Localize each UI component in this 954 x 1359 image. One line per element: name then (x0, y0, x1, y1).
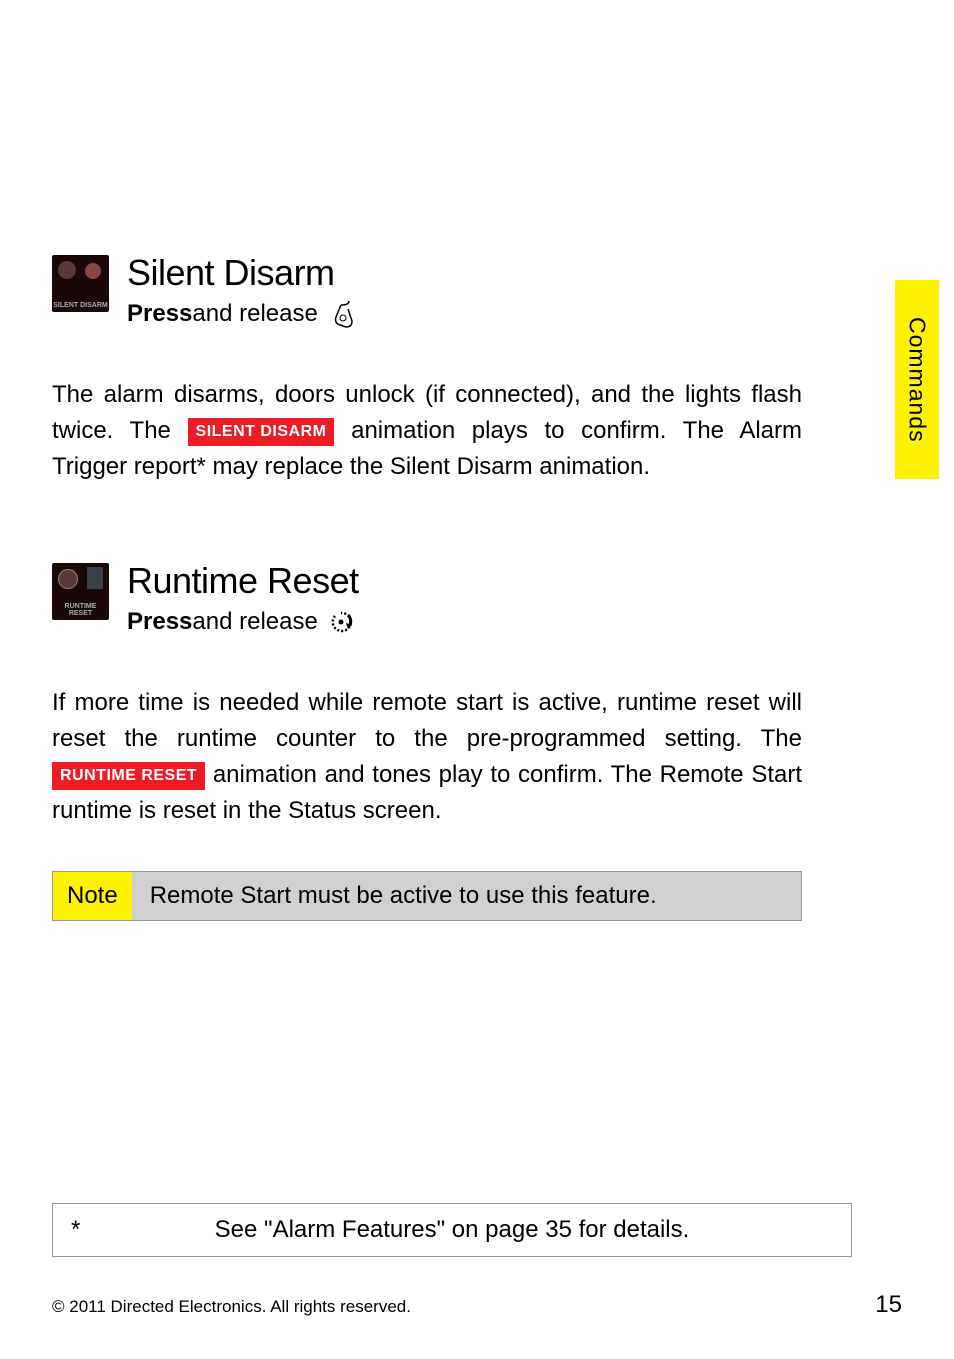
side-tab: Commands (895, 280, 939, 479)
note-label: Note (53, 872, 132, 920)
footnote-asterisk: * (71, 1216, 80, 1244)
silent-disarm-section: SILENT DISARM Silent Disarm Press and re… (52, 255, 802, 485)
runtime-reset-badge: RUNTIME RESET (52, 762, 205, 790)
page-content: SILENT DISARM Silent Disarm Press and re… (0, 0, 854, 921)
silent-disarm-badge: SILENT DISARM (188, 418, 335, 446)
silent-disarm-title-wrap: Silent Disarm Press and release (127, 255, 356, 329)
runtime-reset-icon-label: RUNTIME RESET (52, 603, 109, 617)
silent-disarm-subtitle: Press and release (127, 299, 356, 329)
runtime-reset-body: If more time is needed while remote star… (52, 685, 802, 829)
press-label: Press (127, 608, 192, 636)
side-tab-label: Commands (904, 317, 931, 443)
and-release-text: and release (192, 300, 317, 328)
body-text-1: If more time is needed while remote star… (52, 689, 802, 752)
remote-button-icon (326, 299, 356, 329)
footnote-box: * See "Alarm Features" on page 35 for de… (52, 1203, 852, 1257)
refresh-icon (326, 607, 356, 637)
footnote-text: See "Alarm Features" on page 35 for deta… (71, 1216, 833, 1244)
note-box: Note Remote Start must be active to use … (52, 871, 802, 921)
silent-disarm-header: SILENT DISARM Silent Disarm Press and re… (52, 255, 802, 329)
runtime-reset-subtitle: Press and release (127, 607, 359, 637)
silent-disarm-icon: SILENT DISARM (52, 255, 109, 312)
silent-disarm-title: Silent Disarm (127, 255, 356, 291)
silent-disarm-icon-label: SILENT DISARM (52, 302, 109, 309)
copyright-text: © 2011 Directed Electronics. All rights … (52, 1297, 411, 1317)
runtime-reset-icon: RUNTIME RESET (52, 563, 109, 620)
page-footer: © 2011 Directed Electronics. All rights … (52, 1291, 902, 1319)
and-release-text: and release (192, 608, 317, 636)
runtime-reset-title: Runtime Reset (127, 563, 359, 599)
runtime-reset-section: RUNTIME RESET Runtime Reset Press and re… (52, 563, 802, 829)
silent-disarm-body: The alarm disarms, doors unlock (if conn… (52, 377, 802, 485)
note-text: Remote Start must be active to use this … (132, 872, 675, 920)
runtime-reset-title-wrap: Runtime Reset Press and release (127, 563, 359, 637)
runtime-reset-header: RUNTIME RESET Runtime Reset Press and re… (52, 563, 802, 637)
press-label: Press (127, 300, 192, 328)
page-number: 15 (875, 1291, 902, 1319)
